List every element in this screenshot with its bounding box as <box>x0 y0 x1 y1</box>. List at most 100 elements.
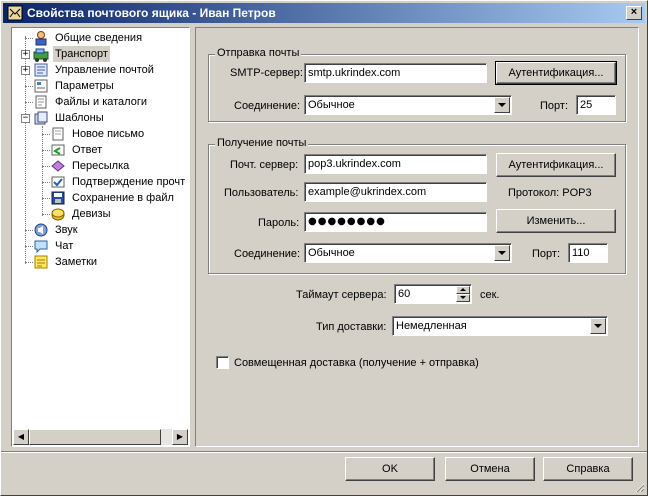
tree-item-label: Управление почтой <box>55 64 154 76</box>
send-auth-button[interactable]: Аутентификация... <box>495 61 617 85</box>
expand-mail-manage-icon[interactable]: + <box>21 66 30 75</box>
tree-item-label: Шаблоны <box>55 112 104 124</box>
tree-item-label: Ответ <box>72 144 103 156</box>
notes-icon <box>34 255 48 269</box>
protocol-text: Протокол: POP3 <box>508 187 592 199</box>
bottom-separator <box>1 451 647 453</box>
chevron-down-icon[interactable] <box>494 97 510 113</box>
parameters-icon <box>34 79 48 93</box>
scroll-right-icon[interactable]: ▶ <box>172 429 188 445</box>
ok-button[interactable]: OK <box>345 457 435 481</box>
tree-item-label: Девизы <box>72 208 111 220</box>
timeout-spinner[interactable]: 60 <box>394 284 472 304</box>
resize-grip-icon[interactable] <box>633 481 645 493</box>
scroll-thumb[interactable] <box>29 429 161 445</box>
send-connection-select[interactable]: Обычное <box>304 95 512 115</box>
mail-manage-icon <box>34 63 48 77</box>
cancel-button[interactable]: Отмена <box>445 457 535 481</box>
tree-item-label: Заметки <box>55 256 98 268</box>
close-button[interactable]: × <box>626 6 642 20</box>
expand-transport-icon[interactable]: + <box>21 50 30 59</box>
tree-connector <box>25 38 33 39</box>
transport-settings-panel: Отправка почты SMTP-сервер: smtp.ukrinde… <box>195 27 639 447</box>
tree-item-label: Звук <box>55 224 78 236</box>
user-input[interactable]: example@ukrindex.com <box>304 182 487 202</box>
title-bar[interactable]: Свойства почтового ящика - Иван Петров × <box>3 3 645 23</box>
tree-connector <box>25 246 33 247</box>
timeout-label: Таймаут сервера: <box>296 289 387 301</box>
templates-icon <box>34 111 48 125</box>
smtp-server-input[interactable]: smtp.ukrindex.com <box>304 63 487 83</box>
window-title: Свойства почтового ящика - Иван Петров <box>27 6 276 20</box>
timeout-value: 60 <box>398 288 411 300</box>
receive-port-input[interactable]: 110 <box>568 243 608 263</box>
tree-connector <box>42 214 50 215</box>
tree-item-label: Сохранение в файл <box>72 192 174 204</box>
password-input[interactable]: ●●●●●●●● <box>304 212 487 232</box>
mottos-icon <box>51 208 65 221</box>
save-file-icon <box>51 191 65 205</box>
smtp-server-label: SMTP-сервер: <box>230 67 303 79</box>
new-letter-icon <box>52 127 64 141</box>
collapse-templates-icon[interactable]: − <box>21 114 30 123</box>
tree-connector <box>25 102 33 103</box>
delivery-type-select[interactable]: Немедленная <box>392 316 608 336</box>
read-receipt-icon <box>51 176 65 188</box>
delivery-type-label: Тип доставки: <box>316 321 387 333</box>
tree-connector <box>42 134 50 135</box>
tree-connector <box>42 126 43 216</box>
settings-tree[interactable]: + + − Общие сведения Транспорт Управлени… <box>11 27 190 447</box>
tree-item-label: Новое письмо <box>72 128 145 140</box>
reply-icon <box>51 144 65 156</box>
user-label: Пользователь: <box>224 187 299 199</box>
send-connection-label: Соединение: <box>234 100 301 112</box>
timeout-unit: сек. <box>480 289 500 301</box>
receive-mail-group-title: Получение почты <box>215 137 309 149</box>
transport-icon <box>33 48 49 62</box>
mail-server-label: Почт. сервер: <box>230 159 299 171</box>
send-mail-group-title: Отправка почты <box>215 47 302 59</box>
app-icon <box>7 5 23 21</box>
tree-connector <box>25 86 33 87</box>
spin-down-icon[interactable] <box>456 294 470 302</box>
forward-icon <box>51 160 65 172</box>
scroll-left-icon[interactable]: ◀ <box>13 429 29 445</box>
receive-connection-label: Соединение: <box>234 248 301 260</box>
mail-server-input[interactable]: pop3.ukrindex.com <box>304 154 487 174</box>
receive-port-label: Порт: <box>532 248 560 260</box>
tree-connector <box>42 182 50 183</box>
close-icon: × <box>630 6 638 18</box>
timeout-spin-buttons[interactable] <box>456 286 470 302</box>
tree-item-label: Чат <box>55 240 74 252</box>
change-password-button[interactable]: Изменить... <box>496 209 616 233</box>
combined-delivery-label[interactable]: Совмещенная доставка (получение + отправ… <box>234 356 479 370</box>
send-connection-value: Обычное <box>308 99 355 111</box>
files-icon <box>35 95 47 109</box>
spin-up-icon[interactable] <box>456 286 470 294</box>
combined-delivery-checkbox[interactable] <box>216 356 229 369</box>
tree-item-label: Подтверждение прочт <box>72 176 186 188</box>
receive-connection-select[interactable]: Обычное <box>304 243 512 263</box>
delivery-type-value: Немедленная <box>396 320 467 332</box>
tree-connector <box>25 230 33 231</box>
tree-horizontal-scrollbar[interactable]: ◀ ▶ <box>13 429 188 445</box>
tree-item-label: Файлы и каталоги <box>55 96 147 108</box>
mailbox-properties-window: Свойства почтового ящика - Иван Петров ×… <box>0 0 648 496</box>
chevron-down-icon[interactable] <box>590 318 606 334</box>
password-label: Пароль: <box>258 217 300 229</box>
tree-item-label: Транспорт <box>53 46 110 62</box>
send-port-label: Порт: <box>540 100 568 112</box>
chevron-down-icon[interactable] <box>494 245 510 261</box>
receive-auth-button[interactable]: Аутентификация... <box>496 153 616 177</box>
sound-icon <box>34 223 48 237</box>
help-button[interactable]: Справка <box>543 457 633 481</box>
tree-item-label: Общие сведения <box>55 32 143 44</box>
tree-connector <box>25 262 33 263</box>
receive-connection-value: Обычное <box>308 247 355 259</box>
chat-icon <box>34 240 48 254</box>
tree-item-label: Пересылка <box>72 160 130 172</box>
user-info-icon <box>35 31 47 46</box>
send-port-input[interactable]: 25 <box>576 95 616 115</box>
tree-connector <box>42 198 50 199</box>
tree-item-label: Параметры <box>55 80 114 92</box>
